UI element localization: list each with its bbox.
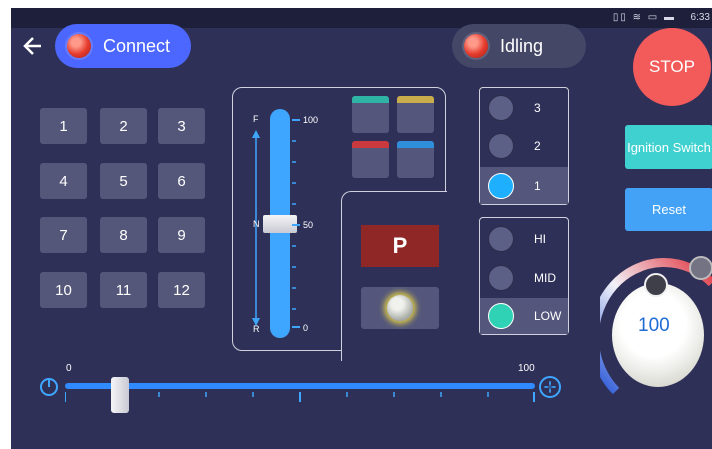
speed-option-hi-label: HI	[534, 232, 546, 246]
speed-option-mid-label: MID	[534, 271, 556, 285]
numpad-key-1[interactable]: 1	[40, 108, 87, 144]
connect-button[interactable]: Connect	[55, 24, 191, 68]
app-screen: ▯▯ ≋ ▭ ▬ 6:33 Connect Idling STOP Igniti…	[11, 8, 712, 449]
color-button-gold[interactable]	[397, 96, 434, 133]
numpad-key-12[interactable]: 12	[158, 272, 205, 308]
speed-radio-low-selected	[488, 303, 514, 329]
back-arrow-icon[interactable]	[21, 35, 43, 57]
range-radio-1-selected	[488, 172, 514, 199]
gear-panel-notch-cover	[447, 191, 455, 361]
status-icons: ▯▯ ≋ ▭ ▬	[612, 12, 676, 23]
color-button-blue[interactable]	[397, 141, 434, 178]
color-strip-gold	[397, 96, 434, 103]
park-button[interactable]: P	[361, 225, 439, 267]
idling-label: Idling	[500, 35, 544, 56]
throttle-slider-track[interactable]	[65, 383, 535, 389]
numpad-key-11[interactable]: 11	[100, 272, 147, 308]
range-radio-3	[488, 95, 514, 121]
numpad-key-8[interactable]: 8	[100, 217, 147, 253]
numpad-key-4[interactable]: 4	[40, 163, 87, 199]
stop-button[interactable]: STOP	[633, 28, 711, 106]
color-button-red[interactable]	[352, 141, 389, 178]
numpad-key-2[interactable]: 2	[100, 108, 147, 144]
dial-value: 100	[638, 315, 670, 336]
range-option-3-label: 3	[534, 101, 541, 115]
speed-selector: HI MID LOW	[479, 217, 569, 335]
throttle-max-label: 100	[518, 363, 535, 374]
range-option-2[interactable]: 2	[480, 128, 568, 164]
numpad-key-9[interactable]: 9	[158, 217, 205, 253]
range-option-2-label: 2	[534, 139, 541, 153]
idling-status: Idling	[452, 24, 586, 68]
speed-option-low-label: LOW	[534, 309, 562, 323]
light-button[interactable]	[361, 287, 439, 329]
color-strip-blue	[397, 141, 434, 148]
color-button-teal[interactable]	[352, 96, 389, 133]
numpad-key-3[interactable]: 3	[158, 108, 205, 144]
color-strip-red	[352, 141, 389, 148]
gear-neutral-label: N	[253, 219, 260, 229]
speed-option-low[interactable]: LOW	[480, 298, 568, 334]
numpad-key-6[interactable]: 6	[158, 163, 205, 199]
speed-option-hi[interactable]: HI	[480, 221, 568, 257]
gear-scale-max: 100	[303, 115, 319, 125]
speed-radio-hi	[488, 226, 514, 252]
color-strip-teal	[352, 96, 389, 103]
gear-forward-label: F	[253, 114, 259, 124]
speed-radio-mid	[488, 265, 514, 291]
dial-knob[interactable]	[644, 273, 668, 297]
range-selector: 3 2 1	[479, 87, 569, 205]
fan-icon[interactable]	[538, 375, 562, 399]
ignition-switch-button[interactable]: Ignition Switch	[625, 125, 712, 169]
gear-reverse-label: R	[253, 324, 260, 334]
range-radio-2	[488, 133, 514, 159]
numpad-key-5[interactable]: 5	[100, 163, 147, 199]
secondary-dial-knob[interactable]	[689, 256, 712, 280]
speed-option-mid[interactable]: MID	[480, 260, 568, 296]
idling-led-icon	[464, 34, 488, 58]
connection-led-icon	[67, 34, 91, 58]
gear-panel-notch	[341, 191, 451, 361]
gear-scale-mid: 50	[303, 220, 314, 230]
range-option-1[interactable]: 1	[480, 167, 568, 204]
throttle-slider-knob[interactable]	[111, 377, 129, 413]
range-option-1-label: 1	[534, 178, 541, 193]
power-icon[interactable]	[38, 376, 60, 398]
status-time: 6:33	[690, 12, 710, 23]
numpad-key-10[interactable]: 10	[40, 272, 87, 308]
throttle-slider-scale	[65, 392, 535, 402]
numpad-key-7[interactable]: 7	[40, 217, 87, 253]
range-option-3[interactable]: 3	[480, 90, 568, 126]
light-bulb-icon	[387, 295, 413, 321]
throttle-min-label: 0	[66, 363, 72, 374]
reset-button[interactable]: Reset	[625, 188, 712, 231]
gear-scale-min: 0	[303, 323, 309, 333]
connect-label: Connect	[103, 35, 171, 56]
